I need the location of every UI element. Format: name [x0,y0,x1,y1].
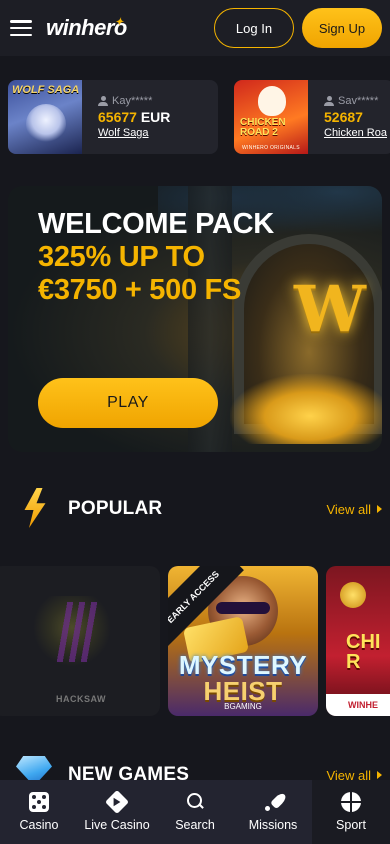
game-card[interactable]: EARLY ACCESS MYSTERY HEIST BGAMING [168,566,318,716]
popular-section-header: POPULAR View all [0,484,390,534]
nav-missions[interactable]: Missions [234,780,312,844]
win-amount: 65677 [98,109,137,125]
view-all-link[interactable]: View all [326,502,382,517]
logo-star-icon: ✦ [114,17,123,28]
live-play-icon [104,789,130,815]
nav-sport[interactable]: Sport [312,780,390,844]
game-title: CHI R [346,632,380,672]
game-thumbnail: CHICKEN ROAD 2 WINHERO ORIGINALS [234,80,308,154]
play-button[interactable]: PLAY [38,378,218,428]
top-header: winhero✦ Log In Sign Up [0,0,390,56]
view-all-label: View all [326,501,371,517]
logo[interactable]: winhero✦ [46,15,135,41]
menu-icon[interactable] [10,20,32,36]
game-title-line-2: R [346,651,361,673]
nav-live-casino[interactable]: Live Casino [78,780,156,844]
section-title: POPULAR [68,498,163,519]
thumbnail-title: WOLF SAGA [12,84,80,96]
user-icon [98,96,108,106]
banner-line-1: WELCOME PACK [38,208,274,240]
game-card[interactable]: HACKSAW [0,566,160,716]
search-icon [185,792,205,812]
game-provider: BGAMING [224,702,262,711]
lightning-icon [12,484,56,534]
win-currency: EUR [140,109,171,125]
nav-casino[interactable]: Casino [0,780,78,844]
dice-icon [29,792,49,812]
recent-win-card[interactable]: WOLF SAGA Kay***** 65677 EUR Wolf Saga [8,80,218,154]
bottom-navigation: Casino Live Casino Search Missions Sport [0,780,390,844]
winner-game-link[interactable]: Chicken Roa [324,127,387,139]
user-icon [324,96,334,106]
page: winhero✦ Log In Sign Up WOLF SAGA Kay***… [0,0,390,844]
winner-game-link[interactable]: Wolf Saga [98,127,170,139]
mask-art [216,602,270,614]
nav-label: Missions [248,818,298,832]
winner-username: Kay***** [112,95,153,107]
wolf-art [26,104,66,144]
coin-art [340,582,366,608]
banner-line-3: €3750 + 500 FS [38,274,241,306]
banner-headline: WELCOME PACK 325% UP TO €3750 + 500 FS [38,208,274,307]
game-provider-logo: HACKSAW [56,694,106,704]
chevron-right-icon [377,505,382,513]
coins-pile [230,374,382,444]
thumbnail-subtitle: WINHERO ORIGINALS [242,145,300,151]
thumbnail-title: CHICKEN ROAD 2 [240,117,286,138]
win-amount: 52687 [324,109,363,125]
nav-label: Search [175,818,215,832]
nav-search[interactable]: Search [156,780,234,844]
game-card[interactable]: CHI R WINHE [326,566,390,716]
welcome-banner[interactable]: W WELCOME PACK 325% UP TO €3750 + 500 FS… [8,186,382,452]
sport-ball-icon [341,792,361,812]
chevron-right-icon [377,771,382,779]
nav-label: Sport [336,818,366,832]
signup-button[interactable]: Sign Up [302,8,382,48]
login-button[interactable]: Log In [214,8,294,48]
winner-username: Sav***** [338,95,379,107]
nav-label: Casino [19,818,59,832]
game-title-line-1: CHI [346,631,381,653]
game-footer-label: WINHE [326,694,390,716]
banner-line-2: 325% UP TO [38,241,205,273]
chicken-art [258,86,286,116]
nav-label: Live Casino [84,818,150,832]
recent-win-card[interactable]: CHICKEN ROAD 2 WINHERO ORIGINALS Sav****… [234,80,390,154]
brand-w-emblem: W [294,272,366,347]
rocket-icon [263,792,283,812]
game-thumbnail: WOLF SAGA [8,80,82,154]
